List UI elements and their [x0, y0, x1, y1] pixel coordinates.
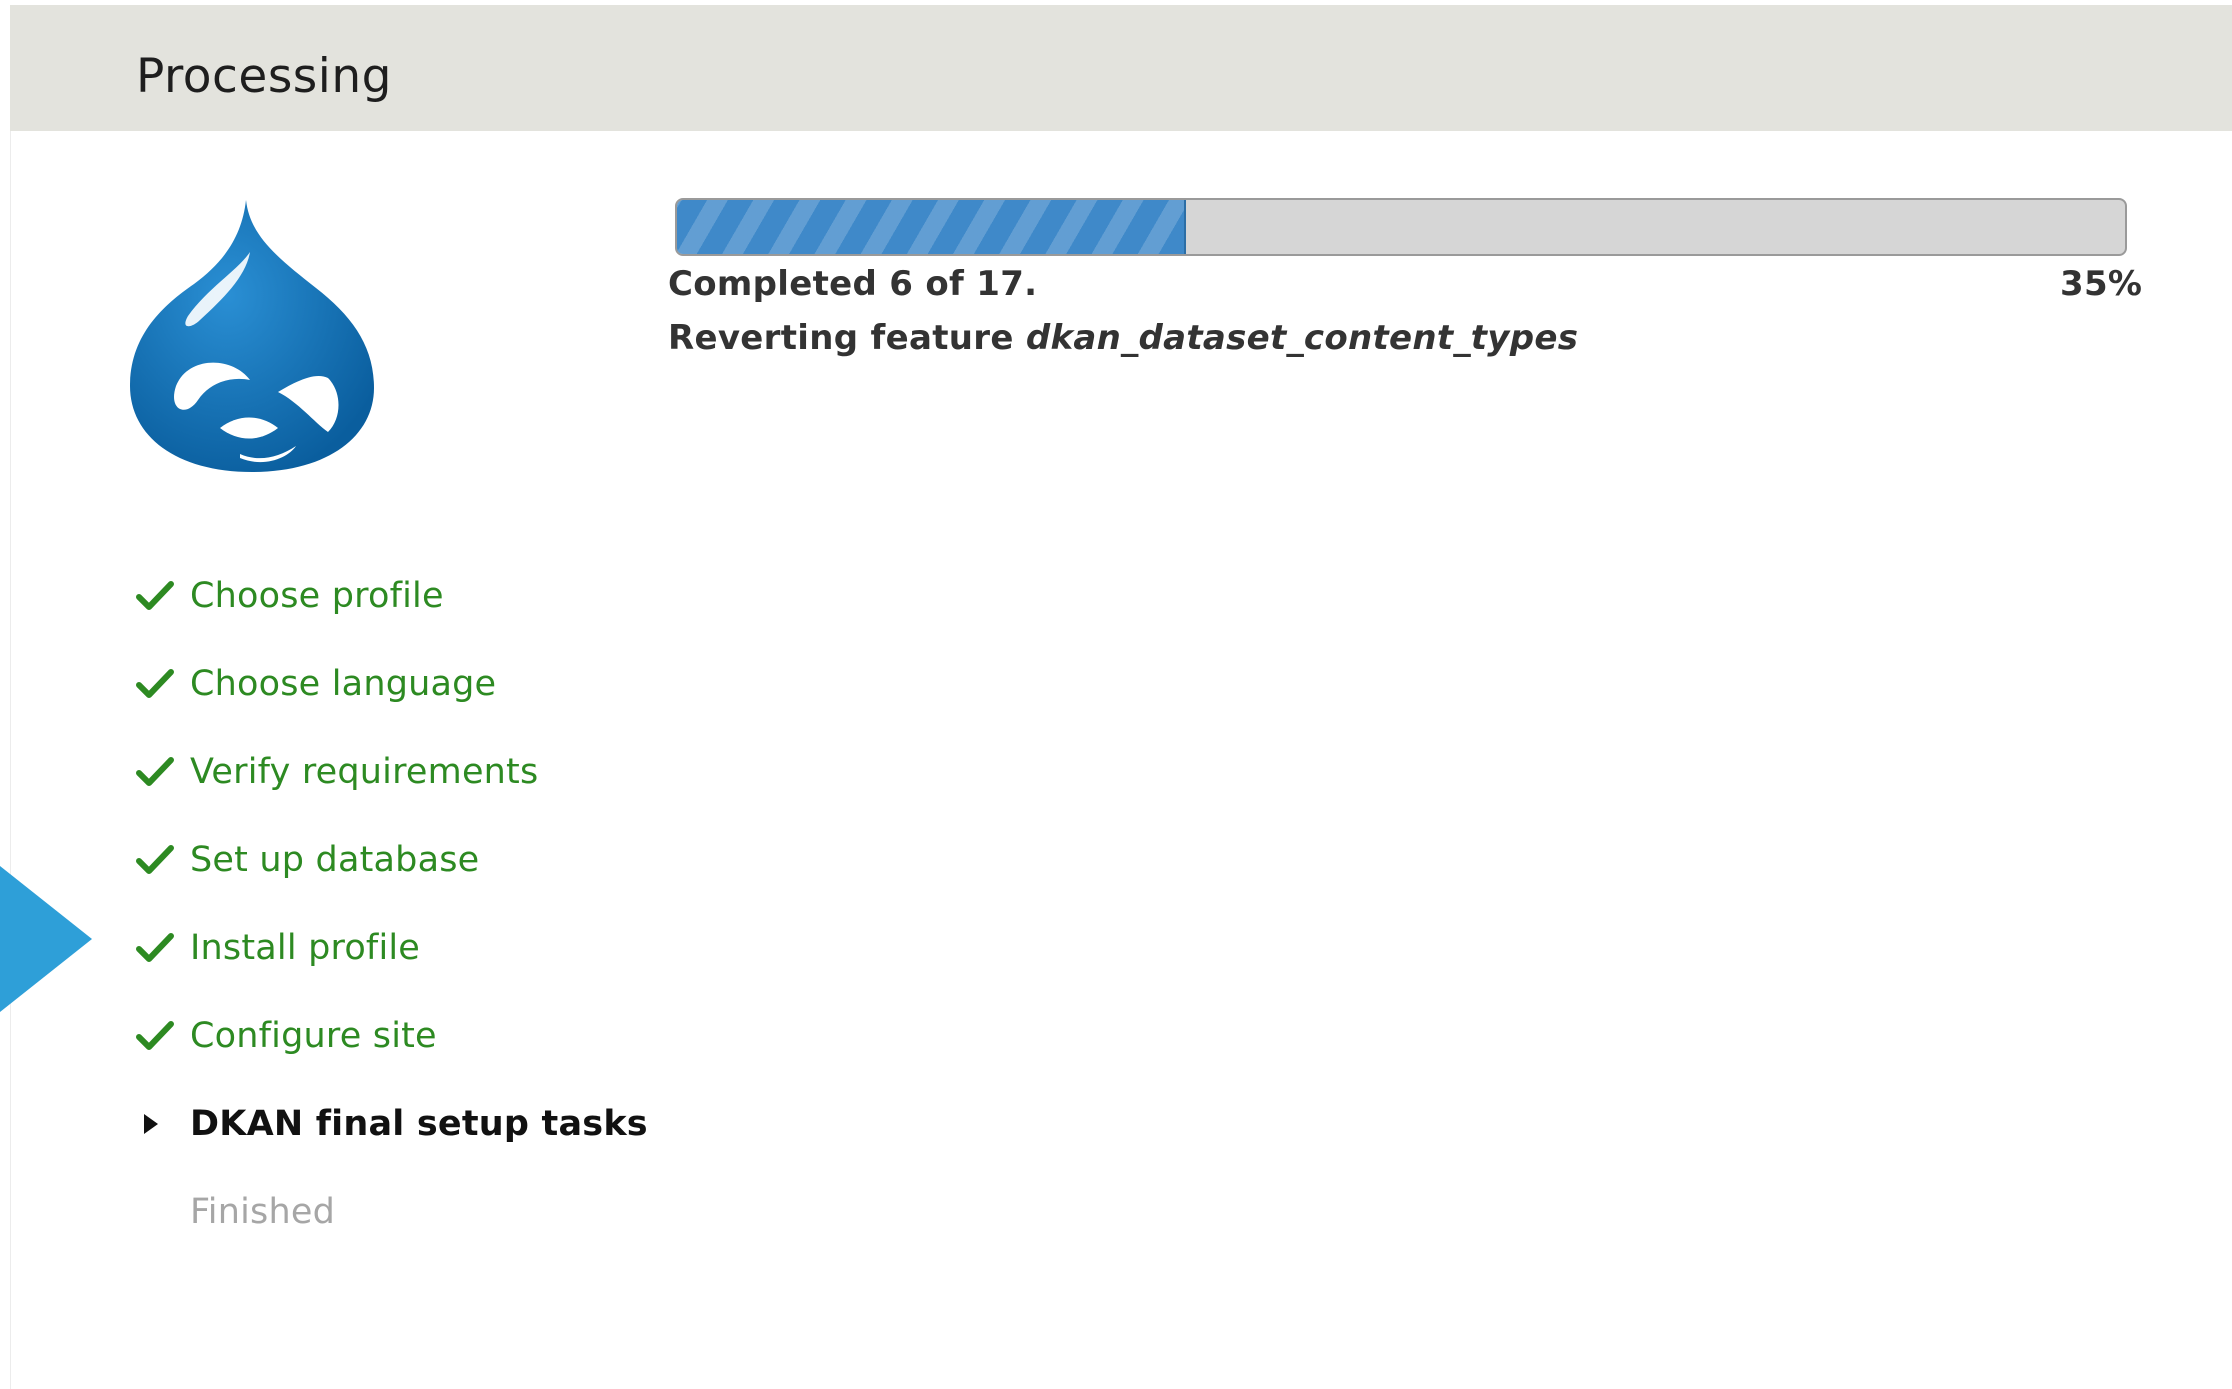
- checkmark-icon: [136, 752, 190, 792]
- step-label: Finished: [190, 1192, 335, 1232]
- step-install-profile: Install profile: [136, 904, 648, 992]
- page-title: Processing: [136, 49, 392, 104]
- pointer-arrow-icon: [0, 866, 92, 1012]
- step-label: Verify requirements: [190, 752, 539, 792]
- drupal-drop-icon: [128, 196, 376, 474]
- step-set-up-database: Set up database: [136, 816, 648, 904]
- progress-bar-fill: [677, 200, 1186, 254]
- step-label: Choose profile: [190, 576, 444, 616]
- progress-bar: [675, 198, 2127, 256]
- checkmark-icon: [136, 664, 190, 704]
- checkmark-icon: [136, 576, 190, 616]
- step-label: Install profile: [190, 928, 421, 968]
- page-header: Processing: [10, 5, 2232, 131]
- step-dkan-final-setup-tasks: DKAN final setup tasks: [136, 1080, 648, 1168]
- checkmark-icon: [136, 928, 190, 968]
- step-label: Set up database: [190, 840, 480, 880]
- triangle-right-icon: [136, 1104, 190, 1144]
- step-label: DKAN final setup tasks: [190, 1104, 648, 1144]
- checkmark-icon: [136, 840, 190, 880]
- step-choose-language: Choose language: [136, 640, 648, 728]
- progress-message-item: dkan_dataset_content_types: [1025, 318, 1579, 358]
- installer-steps-list: Choose profile Choose language Verify re…: [136, 552, 648, 1256]
- step-finished: Finished: [136, 1168, 648, 1256]
- step-icon-placeholder: [136, 1192, 190, 1232]
- checkmark-icon: [136, 1016, 190, 1056]
- progress-status-text: Completed 6 of 17.: [668, 264, 1038, 304]
- step-choose-profile: Choose profile: [136, 552, 648, 640]
- progress-message-prefix: Reverting feature: [668, 318, 1026, 358]
- step-label: Choose language: [190, 664, 497, 704]
- progress-percent: 35%: [2060, 264, 2143, 304]
- step-label: Configure site: [190, 1016, 437, 1056]
- step-verify-requirements: Verify requirements: [136, 728, 648, 816]
- step-configure-site: Configure site: [136, 992, 648, 1080]
- progress-message: Reverting feature dkan_dataset_content_t…: [668, 318, 1578, 358]
